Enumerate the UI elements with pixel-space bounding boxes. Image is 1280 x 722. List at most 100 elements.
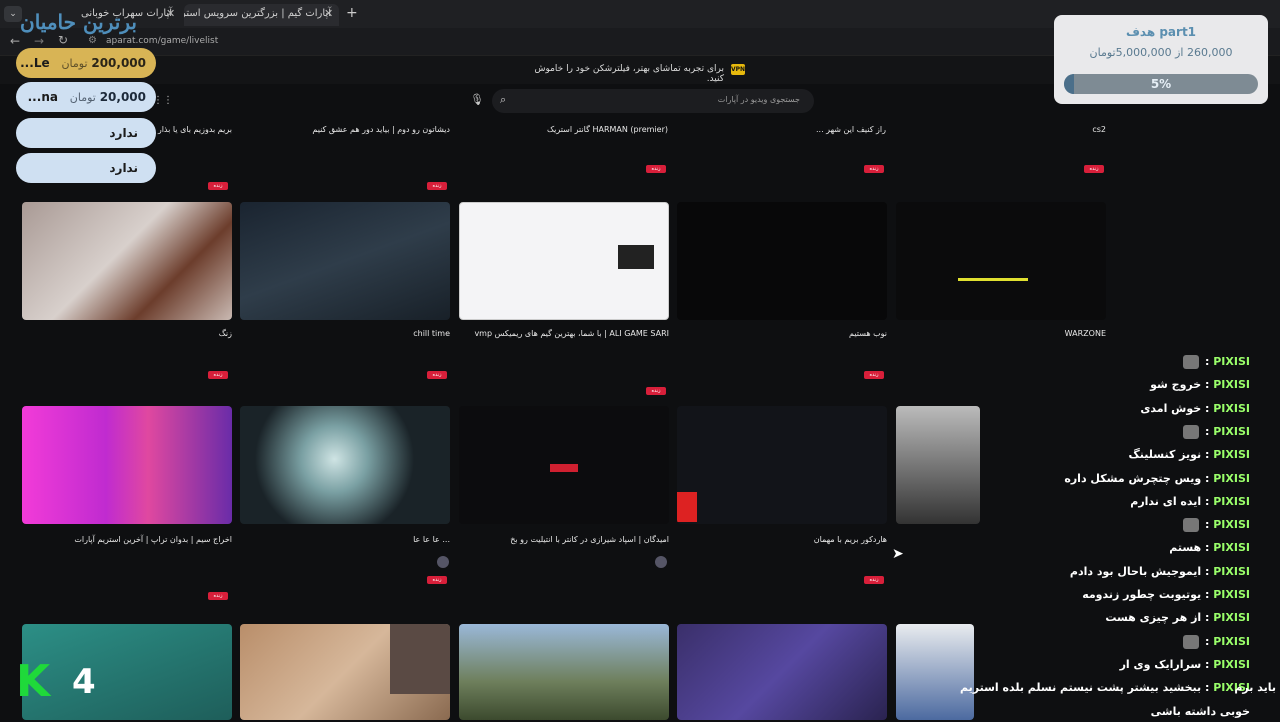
donor-amount: 200,000 (91, 56, 146, 70)
live-badge: زنده (864, 371, 884, 379)
card-title[interactable]: HARMAN (premier) گانتر استریک (458, 124, 668, 135)
chat-username: PIXISI (1213, 518, 1250, 532)
stream-thumbnail[interactable] (240, 624, 450, 720)
stream-thumbnail[interactable] (896, 624, 974, 720)
emote-icon (1183, 424, 1200, 439)
chat-username: PIXISI (1213, 541, 1250, 555)
stream-thumbnail[interactable] (22, 202, 232, 320)
chat-message: PIXISI : ایموجیش باحال بود دادم (1070, 562, 1250, 582)
chat-username: PIXISI (1213, 471, 1250, 485)
chat-separator: : (1201, 634, 1214, 648)
stream-thumbnail[interactable] (22, 406, 232, 524)
chat-continued-text: باید برم (1234, 678, 1276, 698)
stream-thumbnail[interactable] (677, 624, 887, 720)
channel-avatar[interactable] (437, 556, 449, 568)
card-title[interactable]: ... عا عا عا (240, 534, 450, 545)
chat-separator: : (1201, 564, 1214, 578)
chat-separator: : (1201, 657, 1214, 671)
card-title[interactable]: راز کنیف این شهر ... (676, 124, 886, 135)
goal-percent: 5% (1150, 77, 1172, 91)
card-title[interactable]: chill time (240, 328, 450, 339)
live-badge: زنده (208, 182, 228, 190)
goal-title: هدف part1 (1125, 25, 1197, 39)
chat-separator: : (1201, 588, 1214, 601)
stream-thumbnail[interactable] (22, 624, 232, 720)
live-badge: زنده (427, 182, 447, 190)
donor-name: ندارد (109, 161, 138, 175)
chat-username: PIXISI (1213, 448, 1250, 462)
chat-message: PIXISI : نویز کنسلینگ (1129, 445, 1250, 465)
card-title[interactable]: اخراج سیم | بدوان تراپ | آخرین استریم آپ… (22, 534, 232, 560)
card-title[interactable]: زنگ (22, 328, 232, 339)
donor-item: ندارد (16, 153, 156, 183)
live-badge: زنده (864, 576, 884, 584)
chat-separator: : (1201, 541, 1214, 555)
donor-item: 200,000 تومان Le... (16, 48, 156, 78)
chat-message: PIXISI : ایده ای ندارم (1130, 492, 1250, 512)
chat-message: PIXISI : یوتیوبت چطور زندومه (1082, 585, 1250, 605)
stream-thumbnail[interactable] (677, 406, 887, 524)
donor-name: Le... (20, 56, 50, 70)
chat-username: PIXISI (1213, 424, 1250, 438)
chat-message: PIXISI : (1181, 515, 1250, 535)
chat-username: PIXISI (1213, 588, 1250, 601)
chat-username: PIXISI (1213, 611, 1250, 625)
card-title[interactable]: دیشاتون رو دوم | بیاید دور هم عشق کنیم (240, 124, 450, 148)
chat-separator: : (1201, 611, 1214, 625)
chat-username: PIXISI (1213, 634, 1250, 648)
live-badge: زنده (427, 576, 447, 584)
chat-separator: : (1201, 494, 1214, 508)
card-title[interactable]: cs2 (896, 124, 1106, 135)
chat-separator: : (1201, 401, 1214, 415)
live-badge: زنده (646, 387, 666, 395)
chat-separator: : (1201, 424, 1214, 438)
channel-avatar[interactable] (655, 556, 667, 568)
chat-username: PIXISI (1213, 401, 1250, 415)
chat-text: نویز کنسلینگ (1128, 448, 1202, 462)
chat-overlay: PIXISI : PIXISI : خروج شو PIXISI : خوش ام… (960, 350, 1280, 722)
goal-progress-text: 260,000 از 5,000,000تومان (1089, 46, 1233, 59)
stream-thumbnail[interactable] (240, 406, 450, 524)
emote-icon (1183, 634, 1200, 649)
chat-message: PIXISI : خوش امدی (1140, 399, 1250, 419)
card-title[interactable]: WARZONE (896, 328, 1106, 339)
chat-text: خوبی داشته باشی (1150, 704, 1250, 718)
chat-text: ایده ای ندارم (1130, 494, 1202, 508)
card-title[interactable]: امیدگان | اسپاد شیرازی در کانتر با انتیل… (459, 534, 669, 545)
chat-separator: : (1201, 448, 1214, 462)
chat-separator: : (1201, 681, 1214, 695)
chat-text: خوش امدی (1140, 401, 1202, 415)
card-title[interactable]: هاردکور بریم با مهمان (677, 534, 887, 545)
chat-separator: : (1201, 518, 1214, 532)
live-badge: زنده (208, 592, 228, 600)
live-badge: زنده (208, 371, 228, 379)
stream-thumbnail[interactable] (896, 406, 980, 524)
goal-progress-bar: 5% (1064, 74, 1258, 94)
chat-text: خروج شو (1150, 378, 1202, 392)
kill-counter-value: 4 (72, 662, 96, 702)
card-title[interactable]: ALI GAME SARI | با شما، بهترین گیم های ر… (459, 328, 669, 354)
card-title[interactable]: نوب هستیم (677, 328, 887, 339)
live-badge: زنده (864, 165, 884, 173)
kill-counter-letter: K (16, 656, 51, 707)
stream-thumbnail[interactable] (896, 202, 1106, 320)
stream-thumbnail[interactable] (240, 202, 450, 320)
chat-separator: : (1201, 378, 1214, 392)
chat-text: از هر چیزی هست (1105, 611, 1202, 625)
chat-text: باید برم (1234, 681, 1276, 695)
donor-currency: تومان (61, 57, 88, 70)
live-badge: زنده (427, 371, 447, 379)
stream-thumbnail[interactable] (459, 202, 669, 320)
chat-message: خوبی داشته باشی (1151, 702, 1250, 722)
donor-name: na... (27, 90, 58, 104)
mouse-cursor-icon: ➤ (892, 546, 904, 562)
chat-username: PIXISI (1213, 564, 1250, 578)
stream-thumbnail[interactable] (459, 406, 669, 524)
chat-message: PIXISI : (1181, 422, 1250, 442)
chat-message: PIXISI : (1181, 352, 1250, 372)
chat-username: PIXISI (1213, 657, 1250, 671)
donor-currency: تومان (69, 91, 96, 104)
live-badge: زنده (646, 165, 666, 173)
stream-thumbnail[interactable] (459, 624, 669, 720)
stream-thumbnail[interactable] (677, 202, 887, 320)
